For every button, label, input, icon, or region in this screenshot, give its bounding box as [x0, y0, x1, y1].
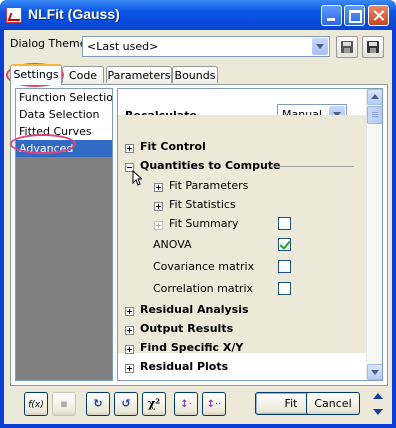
dialog-theme-label: Dialog Theme [10, 37, 87, 50]
correlation-label: Correlation matrix [153, 282, 254, 295]
tab-bounds[interactable]: Bounds [172, 66, 218, 83]
expand-fit-control-icon[interactable] [125, 144, 134, 153]
find-y-icon: ↕·· [206, 399, 222, 410]
dialog-theme-combo[interactable]: <Last used> [82, 36, 330, 57]
iterate-icon: ↻ [93, 397, 103, 410]
fit-summary-checkbox[interactable] [278, 217, 291, 230]
scroll-thumb[interactable] [367, 106, 382, 124]
scroll-up-button[interactable] [367, 89, 382, 105]
title-bar[interactable]: NLFit (Gauss) [0, 0, 396, 30]
list-item-data-selection[interactable]: Data Selection [16, 106, 112, 123]
anova-label: ANOVA [153, 238, 192, 251]
disk-icon: ▪ [60, 397, 68, 410]
expand-find-specific-icon[interactable] [125, 345, 134, 354]
chi-square-icon: χ² [147, 397, 161, 410]
tab-code[interactable]: Code [62, 66, 104, 83]
correlation-checkbox[interactable] [278, 282, 291, 295]
list-item-function-selection[interactable]: Function Selection [16, 89, 112, 106]
app-icon [6, 7, 22, 23]
group-divider [270, 166, 354, 167]
expand-fit-summary-icon [154, 221, 163, 230]
expand-fit-statistics-icon[interactable] [154, 202, 163, 211]
find-x-icon: ↕· [180, 399, 192, 410]
fit-summary-node: Fit Summary [169, 217, 239, 230]
chi-square-button[interactable]: χ² [142, 392, 166, 416]
settings-category-list[interactable]: Function Selection Data Selection Fitted… [15, 88, 113, 381]
init-icon: f(x) [28, 400, 44, 410]
tab-parameters[interactable]: Parameters [106, 66, 172, 83]
residual-analysis-node[interactable]: Residual Analysis [140, 303, 249, 316]
quantities-node[interactable]: Quantities to Compute [140, 159, 281, 172]
save-as-icon [367, 41, 379, 53]
list-item-advanced[interactable]: Advanced [16, 140, 112, 157]
save-icon [341, 41, 353, 53]
vertical-scrollbar[interactable] [366, 89, 382, 380]
residual-plots-node[interactable]: Residual Plots [140, 360, 228, 373]
one-iteration-button[interactable]: ↻ [86, 392, 110, 416]
expand-output-results-icon[interactable] [125, 326, 134, 335]
arrow-down-icon[interactable] [370, 406, 386, 420]
fit-until-converged-button[interactable]: ↺ [114, 392, 138, 416]
settings-panel: Function Selection Data Selection Fitted… [10, 84, 388, 386]
expand-residual-analysis-icon[interactable] [125, 307, 134, 316]
chevron-down-icon[interactable] [312, 38, 328, 55]
arrow-up-icon[interactable] [370, 390, 386, 404]
scroll-down-button[interactable] [367, 364, 382, 380]
maximize-button[interactable] [344, 5, 365, 26]
covariance-checkbox[interactable] [278, 260, 291, 273]
find-specific-node[interactable]: Find Specific X/Y [140, 341, 243, 354]
close-button[interactable] [368, 5, 389, 26]
find-y-button[interactable]: ↕·· [202, 392, 226, 416]
property-tree: Recalculate Manual Fit Control Quantitie… [117, 88, 383, 381]
save-theme-as-button[interactable] [362, 36, 384, 58]
initialize-button[interactable]: f(x) [24, 392, 48, 416]
fit-parameters-node[interactable]: Fit Parameters [169, 179, 248, 192]
dialog-theme-value: <Last used> [87, 40, 159, 53]
converge-icon: ↺ [121, 397, 131, 410]
minimize-button[interactable] [321, 5, 342, 26]
nlfit-window: NLFit (Gauss) Dialog Theme <Last used> S… [0, 0, 396, 428]
save-button: ▪ [52, 392, 76, 416]
tab-settings[interactable]: Settings [10, 64, 62, 85]
anova-checkbox[interactable] [278, 238, 291, 251]
expand-fit-parameters-icon[interactable] [154, 183, 163, 192]
find-x-button[interactable]: ↕· [174, 392, 198, 416]
fit-control-node[interactable]: Fit Control [140, 140, 206, 153]
expand-residual-plots-icon[interactable] [125, 364, 134, 373]
list-item-fitted-curves[interactable]: Fitted Curves [16, 123, 112, 140]
output-results-node[interactable]: Output Results [140, 322, 233, 335]
save-theme-button[interactable] [336, 36, 358, 58]
covariance-label: Covariance matrix [153, 260, 255, 273]
cancel-button[interactable]: Cancel [306, 392, 360, 415]
window-title: NLFit (Gauss) [28, 6, 120, 22]
dialog-client: Dialog Theme <Last used> Settings Code P… [4, 30, 392, 424]
fit-statistics-node[interactable]: Fit Statistics [169, 198, 236, 211]
